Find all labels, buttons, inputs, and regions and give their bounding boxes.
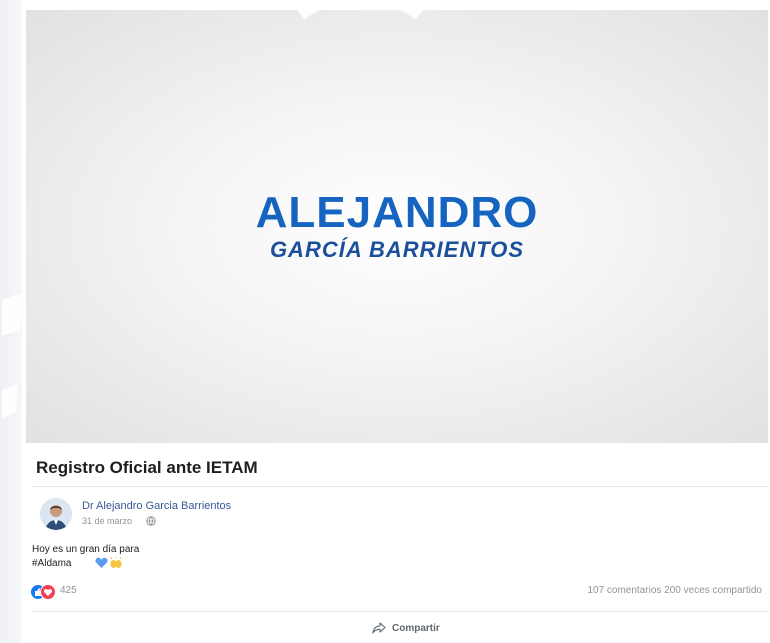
page-left-background bbox=[0, 0, 22, 643]
share-button[interactable]: Compartir bbox=[366, 617, 446, 639]
post-hashtag-link[interactable]: #Aldama bbox=[32, 558, 71, 569]
globe-icon bbox=[146, 516, 156, 526]
share-icon bbox=[372, 622, 386, 634]
love-reaction-icon[interactable] bbox=[40, 584, 56, 600]
reaction-count[interactable]: 425 bbox=[60, 585, 77, 596]
avatar[interactable] bbox=[40, 498, 72, 530]
post-title[interactable]: Registro Oficial ante IETAM bbox=[36, 458, 258, 478]
logo-last-name: GARCÍA BARRIENTOS bbox=[269, 237, 525, 262]
post-text-line: Hoy es un gran día para bbox=[32, 544, 140, 555]
author-name-link[interactable]: Dr Alejandro Garcia Barrientos bbox=[82, 500, 231, 512]
logo-first-name: ALEJANDRO bbox=[255, 188, 539, 237]
blue-heart-emoji bbox=[95, 557, 108, 568]
divider bbox=[32, 611, 768, 612]
raised-hands-emoji bbox=[110, 557, 122, 568]
facebook-post-card: ALEJANDRO GARCÍA BARRIENTOS Registro Ofi… bbox=[26, 10, 768, 643]
divider bbox=[32, 486, 768, 487]
video-player[interactable]: ALEJANDRO GARCÍA BARRIENTOS bbox=[26, 10, 768, 443]
share-label: Compartir bbox=[392, 622, 440, 634]
post-date[interactable]: 31 de marzo bbox=[82, 516, 132, 526]
comments-shares-count[interactable]: 107 comentarios 200 veces compartido bbox=[587, 585, 762, 596]
